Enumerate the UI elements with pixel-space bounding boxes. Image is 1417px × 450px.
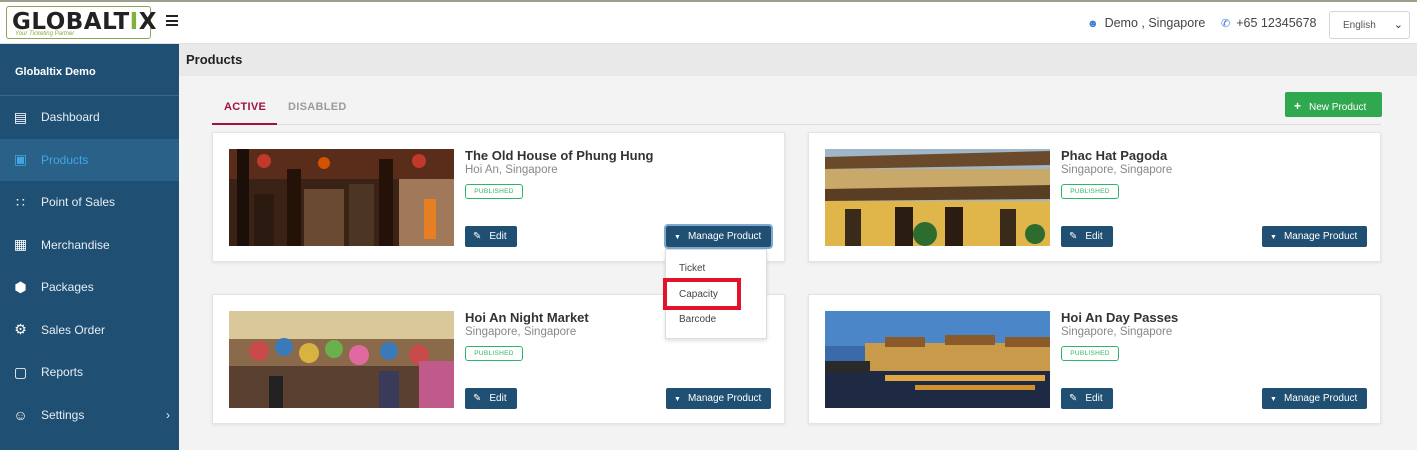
day-passes-photo — [825, 311, 1050, 408]
edit-icon: ✎ — [473, 393, 482, 404]
night-market-photo — [229, 311, 454, 408]
sidebar-item-products[interactable]: ▣ Products — [0, 138, 179, 181]
status-badge: PUBLISHED — [1061, 184, 1119, 199]
manage-label: Manage Product — [1283, 231, 1358, 242]
sidebar-item-merchandise[interactable]: ▦ Merchandise — [0, 224, 179, 267]
product-title[interactable]: Phac Hat Pagoda — [1061, 148, 1167, 163]
edit-label: Edit — [489, 393, 507, 404]
plus-icon: + — [1294, 99, 1302, 113]
sidebar-item-label: Dashboard — [41, 110, 100, 125]
product-image[interactable] — [229, 149, 454, 246]
edit-label: Edit — [1085, 231, 1103, 242]
language-value: English — [1343, 20, 1376, 31]
product-image[interactable] — [229, 311, 454, 408]
globaltix-logo[interactable]: GLOBALTIX Your Ticketing Partner — [6, 6, 156, 39]
gear-icon: ⚙ — [14, 321, 27, 338]
sidebar-item-settings[interactable]: ☺ Settings › — [0, 394, 179, 437]
user-name: Demo , Singapore — [1104, 16, 1206, 30]
caret-down-icon: ▼ — [674, 396, 681, 403]
sidebar-item-reports[interactable]: ▢ Reports — [0, 351, 179, 394]
edit-button[interactable]: ✎ Edit — [465, 388, 517, 409]
top-bar: GLOBALTIX Your Ticketing Partner ☻ Demo ,… — [0, 0, 1417, 44]
sidebar-item-label: Point of Sales — [41, 195, 116, 210]
old-house-photo — [229, 149, 454, 246]
account-name: Globaltix Demo — [0, 44, 179, 96]
product-card: Hoi An Day Passes Singapore, Singapore P… — [808, 294, 1381, 424]
sidebar-item-label: Merchandise — [41, 237, 110, 252]
sidebar-item-dashboard[interactable]: ▤ Dashboard — [0, 96, 179, 139]
edit-label: Edit — [489, 231, 507, 242]
phone-icon: ✆ — [1221, 18, 1231, 30]
menu-item-barcode[interactable]: Barcode — [679, 314, 716, 325]
capacity-highlight-box — [663, 278, 741, 310]
product-title[interactable]: Hoi An Day Passes — [1061, 310, 1178, 325]
sidebar-item-sales-order[interactable]: ⚙ Sales Order — [0, 309, 179, 352]
manage-product-button[interactable]: ▼ Manage Product — [666, 388, 771, 409]
menu-toggle-icon[interactable] — [166, 15, 178, 27]
new-product-label: New Product — [1309, 102, 1367, 113]
product-image[interactable] — [825, 149, 1050, 246]
language-select[interactable]: English ⌄ — [1329, 11, 1410, 39]
product-title[interactable]: The Old House of Phung Hung — [465, 148, 653, 163]
product-location: Singapore, Singapore — [465, 326, 577, 338]
edit-label: Edit — [1085, 393, 1103, 404]
manage-label: Manage Product — [687, 393, 762, 404]
grid-icon: ∷ — [16, 193, 25, 210]
sidebar-item-label: Reports — [41, 365, 84, 380]
product-title[interactable]: Hoi An Night Market — [465, 310, 589, 325]
box-icon: ⬢ — [14, 278, 27, 295]
caret-down-icon: ▼ — [674, 234, 681, 241]
manage-product-button[interactable]: ▼ Manage Product — [664, 224, 773, 249]
pagoda-photo — [825, 149, 1050, 246]
active-tab-indicator — [212, 123, 277, 125]
product-location: Singapore, Singapore — [1061, 326, 1173, 338]
edit-icon: ✎ — [473, 231, 482, 242]
manage-product-button[interactable]: ▼ Manage Product — [1262, 226, 1367, 247]
status-badge: PUBLISHED — [465, 184, 523, 199]
new-product-button[interactable]: + New Product — [1285, 92, 1382, 117]
edit-button[interactable]: ✎ Edit — [1061, 226, 1113, 247]
manage-label: Manage Product — [1283, 393, 1358, 404]
product-image[interactable] — [825, 311, 1050, 408]
ticket-icon: ▣ — [13, 151, 28, 168]
sidebar-item-packages[interactable]: ⬢ Packages — [0, 266, 179, 309]
bar-chart-icon: ▤ — [13, 108, 28, 125]
sidebar-item-point-of-sales[interactable]: ∷ Point of Sales — [0, 181, 179, 224]
caret-down-icon: ▼ — [1270, 234, 1277, 241]
user-info[interactable]: ☻ Demo , Singapore — [1087, 16, 1205, 30]
sidebar: Globaltix Demo ▤ Dashboard ▣ Products ∷ Poi… — [0, 44, 179, 450]
document-icon: ▢ — [13, 363, 28, 380]
edit-button[interactable]: ✎ Edit — [1061, 388, 1113, 409]
product-card: The Old House of Phung Hung Hoi An, Sing… — [212, 132, 785, 262]
status-tabs: ACTIVE DISABLED — [212, 96, 1381, 125]
user-icon: ☻ — [1087, 18, 1099, 30]
phone-info: ✆ +65 12345678 — [1221, 16, 1317, 30]
tab-active[interactable]: ACTIVE — [224, 101, 266, 113]
phone-number: +65 12345678 — [1236, 16, 1317, 30]
cart-icon: ▦ — [13, 236, 28, 253]
tab-disabled[interactable]: DISABLED — [288, 101, 347, 113]
user-gear-icon: ☺ — [13, 406, 28, 423]
sidebar-item-label: Products — [41, 152, 89, 167]
manage-label: Manage Product — [687, 231, 762, 242]
edit-icon: ✎ — [1069, 231, 1078, 242]
product-card: Phac Hat Pagoda Singapore, Singapore PUB… — [808, 132, 1381, 262]
edit-button[interactable]: ✎ Edit — [465, 226, 517, 247]
sidebar-item-label: Packages — [41, 280, 94, 295]
status-badge: PUBLISHED — [1061, 346, 1119, 361]
edit-icon: ✎ — [1069, 393, 1078, 404]
product-location: Singapore, Singapore — [1061, 164, 1173, 176]
product-location: Hoi An, Singapore — [465, 164, 558, 176]
caret-down-icon: ▼ — [1270, 396, 1277, 403]
sidebar-item-label: Sales Order — [41, 322, 106, 337]
page-header: Products — [179, 44, 1417, 76]
chevron-down-icon: ⌄ — [1393, 19, 1403, 31]
chevron-right-icon: › — [166, 407, 170, 422]
page-title: Products — [186, 52, 243, 67]
logo-tagline: Your Ticketing Partner — [15, 31, 75, 37]
sidebar-item-label: Settings — [41, 407, 85, 422]
menu-item-ticket[interactable]: Ticket — [679, 263, 705, 274]
status-badge: PUBLISHED — [465, 346, 523, 361]
manage-product-button[interactable]: ▼ Manage Product — [1262, 388, 1367, 409]
